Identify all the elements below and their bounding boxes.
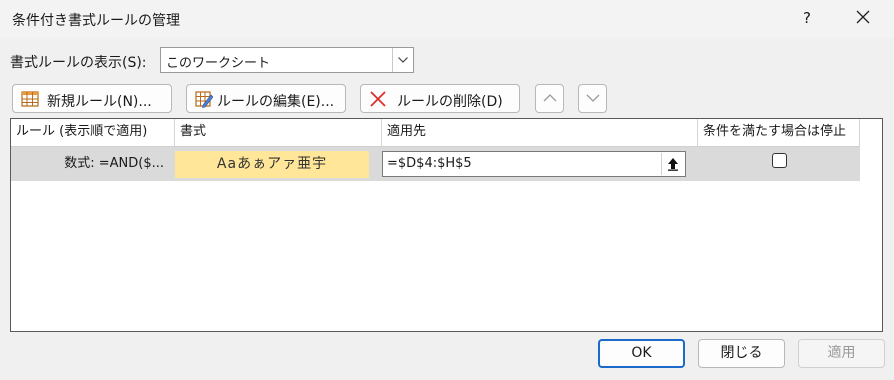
delete-x-icon	[370, 91, 386, 107]
close-window-button[interactable]	[850, 4, 876, 32]
new-rule-icon	[21, 91, 39, 107]
dropdown-arrow[interactable]	[392, 48, 413, 72]
new-rule-button[interactable]: 新規ルール(N)...	[12, 84, 172, 113]
collapse-dialog-icon	[668, 158, 678, 171]
chevron-down-icon	[398, 57, 408, 63]
close-icon	[856, 10, 870, 24]
applies-to-field[interactable]: =$D$4:$H$5	[382, 151, 686, 177]
header-format[interactable]: 書式	[175, 119, 382, 146]
format-preview: Aaあぁアァ亜宇	[175, 151, 369, 178]
chevron-down-icon	[586, 94, 600, 102]
close-button[interactable]: 閉じる	[698, 339, 785, 368]
applies-to-value: =$D$4:$H$5	[387, 156, 472, 171]
show-rules-dropdown[interactable]: このワークシート	[160, 47, 414, 73]
delete-rule-label: ルールの削除(D)	[397, 94, 503, 110]
new-rule-label: 新規ルール(N)...	[47, 94, 152, 110]
move-up-button[interactable]	[535, 84, 564, 113]
chevron-up-icon	[543, 94, 557, 102]
edit-rule-label: ルールの編集(E)...	[217, 94, 335, 110]
rule-description: 数式: =AND($...	[64, 156, 164, 171]
show-rules-label: 書式ルールの表示(S):	[10, 55, 147, 71]
table-row[interactable]: 数式: =AND($... Aaあぁアァ亜宇 =$D$4:$H$5	[11, 147, 860, 181]
grid-header: ルール (表示順で適用) 書式 適用先 条件を満たす場合は停止	[11, 119, 860, 147]
range-picker-button[interactable]	[661, 153, 684, 175]
header-rule[interactable]: ルール (表示順で適用)	[11, 119, 175, 146]
help-button[interactable]: ?	[795, 6, 819, 30]
edit-rule-button[interactable]: ルールの編集(E)...	[186, 84, 346, 113]
edit-rule-icon	[195, 91, 213, 108]
move-down-button[interactable]	[578, 84, 607, 113]
show-rules-selected: このワークシート	[166, 56, 271, 71]
header-stop-if-true[interactable]: 条件を満たす場合は停止	[698, 119, 860, 146]
apply-button[interactable]: 適用	[798, 339, 885, 368]
delete-rule-button[interactable]: ルールの削除(D)	[360, 84, 520, 113]
stop-if-true-checkbox[interactable]	[772, 153, 787, 168]
dialog-title: 条件付き書式ルールの管理	[12, 13, 180, 29]
rules-grid[interactable]: ルール (表示順で適用) 書式 適用先 条件を満たす場合は停止 数式: =AND…	[10, 118, 883, 332]
ok-button[interactable]: OK	[598, 339, 685, 368]
header-applies-to[interactable]: 適用先	[382, 119, 698, 146]
title-bar: 条件付き書式ルールの管理 ?	[0, 0, 894, 38]
